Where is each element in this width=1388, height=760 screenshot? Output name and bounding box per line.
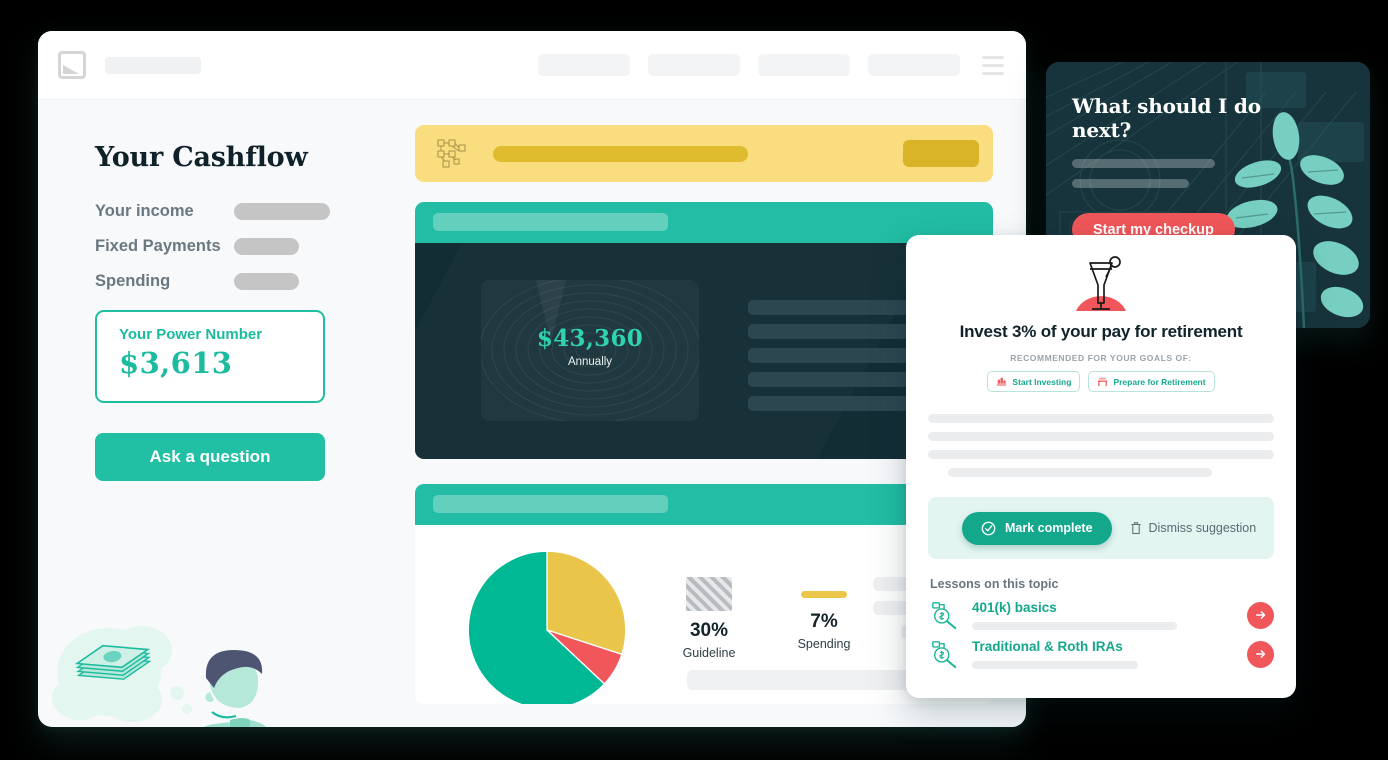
cashflow-panel: Your Cashflow Your income Fixed Payments… xyxy=(38,100,415,727)
goal-chip-start-investing[interactable]: Start Investing xyxy=(987,371,1081,392)
suggestion-subtitle: RECOMMENDED FOR YOUR GOALS OF: xyxy=(1010,353,1192,363)
money-magnifier-icon xyxy=(932,641,957,669)
lesson-arrow-button[interactable] xyxy=(1247,601,1274,629)
stat-label-fixed-payments: Fixed Payments xyxy=(95,237,221,255)
legend-value: 7% xyxy=(810,611,838,632)
lesson-description-placeholder xyxy=(972,661,1138,669)
ask-a-question-button[interactable]: Ask a question xyxy=(95,433,325,481)
annual-income-amount: $43,360 xyxy=(536,325,644,352)
retirement-bench-icon xyxy=(1098,377,1108,387)
suggestion-body-placeholders xyxy=(906,414,1296,477)
nav-item-3[interactable] xyxy=(758,54,850,76)
stat-value-placeholder xyxy=(234,203,330,220)
investing-chart-icon xyxy=(997,377,1007,387)
body-line xyxy=(928,450,1274,459)
cocktail-glass-icon xyxy=(1076,256,1126,311)
lesson-arrow-button[interactable] xyxy=(1247,640,1274,668)
stat-value-placeholder xyxy=(234,238,299,255)
body-line xyxy=(928,432,1274,441)
promo-title: What should I do next? xyxy=(1072,94,1261,142)
chart-legend: 30% Guideline 7% Spending xyxy=(672,577,861,660)
lesson-text: 401(k) basics xyxy=(972,600,1247,630)
legend-item-guideline: 30% Guideline xyxy=(672,577,746,660)
dismiss-suggestion-button[interactable]: Dismiss suggestion xyxy=(1130,521,1257,535)
income-card-header xyxy=(415,202,993,243)
mark-complete-label: Mark complete xyxy=(1005,521,1093,535)
spending-pie-chart xyxy=(467,550,627,704)
app-body: Your Cashflow Your income Fixed Payments… xyxy=(38,100,1026,727)
page-title: Your Cashflow xyxy=(95,142,308,173)
mark-complete-button[interactable]: Mark complete xyxy=(962,511,1112,545)
hamburger-menu-icon[interactable] xyxy=(982,55,1004,75)
suggestion-card: Invest 3% of your pay for retirement REC… xyxy=(906,235,1296,698)
suggestion-title: Invest 3% of your pay for retirement xyxy=(959,322,1243,341)
screenshot-stage: Your Cashflow Your income Fixed Payments… xyxy=(0,0,1388,760)
legend-item-spending: 7% Spending xyxy=(787,577,861,660)
nav-item-1[interactable] xyxy=(538,54,630,76)
check-circle-icon xyxy=(981,521,996,535)
banner-action-button[interactable] xyxy=(903,140,979,167)
stat-label-income: Your income xyxy=(95,202,194,220)
top-navigation-bar xyxy=(38,31,1026,100)
lesson-description-placeholder xyxy=(972,622,1177,630)
stat-value-placeholder xyxy=(234,273,299,290)
app-window: Your Cashflow Your income Fixed Payments… xyxy=(38,31,1026,727)
body-line xyxy=(928,414,1274,423)
banner-text-placeholder xyxy=(493,145,748,162)
list-item[interactable]: Traditional & Roth IRAs xyxy=(906,630,1296,669)
spending-card-title-placeholder xyxy=(433,495,668,513)
suggestion-icon-wrap xyxy=(906,235,1296,311)
chip-label: Prepare for Retirement xyxy=(1113,376,1206,387)
abstract-network-icon xyxy=(437,139,466,167)
dismiss-label: Dismiss suggestion xyxy=(1148,521,1257,535)
trash-icon xyxy=(1131,522,1141,535)
nav-item-4[interactable] xyxy=(868,54,960,76)
nav-title-placeholder xyxy=(105,56,201,74)
hatched-swatch-icon xyxy=(686,577,732,611)
lesson-title: 401(k) basics xyxy=(972,600,1057,615)
annual-income-tile: $43,360 Annually xyxy=(481,280,699,421)
legend-label: Guideline xyxy=(682,646,736,660)
image-placeholder-icon xyxy=(58,51,86,79)
lesson-text: Traditional & Roth IRAs xyxy=(972,639,1247,669)
suggestion-action-bar: Mark complete Dismiss suggestion xyxy=(928,497,1274,559)
alert-banner[interactable] xyxy=(415,125,993,182)
list-item: Spending xyxy=(95,272,415,291)
cashflow-stats-list: Your income Fixed Payments Spending xyxy=(95,202,415,291)
arrow-right-icon xyxy=(1255,611,1265,619)
person-thinking-about-money-illustration xyxy=(52,626,267,727)
power-number-value: $3,613 xyxy=(119,346,233,380)
stat-label-spending: Spending xyxy=(95,272,171,290)
promo-content: What should I do next? Start my checkup xyxy=(1072,94,1297,246)
goal-chips: Start Investing Prepare for Retirement xyxy=(906,371,1296,392)
lesson-title: Traditional & Roth IRAs xyxy=(972,639,1123,654)
goal-chip-prepare-for-retirement[interactable]: Prepare for Retirement xyxy=(1088,371,1215,392)
annual-income-period: Annually xyxy=(567,356,613,368)
arrow-right-icon xyxy=(1255,650,1265,658)
legend-value: 30% xyxy=(689,620,729,641)
promo-line-2 xyxy=(1072,179,1189,188)
list-item: Your income xyxy=(95,202,415,221)
nav-item-2[interactable] xyxy=(648,54,740,76)
yellow-line-swatch-icon xyxy=(801,591,847,598)
income-card-title-placeholder xyxy=(433,213,668,231)
chip-label: Start Investing xyxy=(1012,376,1072,387)
lessons-heading: Lessons on this topic xyxy=(930,577,1059,591)
list-item: Fixed Payments xyxy=(95,237,415,256)
power-number-card: Your Power Number $3,613 xyxy=(95,310,325,403)
body-line xyxy=(948,468,1212,477)
power-number-label: Your Power Number xyxy=(119,326,263,343)
money-magnifier-icon xyxy=(932,602,957,630)
promo-line-1 xyxy=(1072,159,1215,168)
legend-label: Spending xyxy=(797,637,851,651)
list-item[interactable]: 401(k) basics xyxy=(906,591,1296,630)
